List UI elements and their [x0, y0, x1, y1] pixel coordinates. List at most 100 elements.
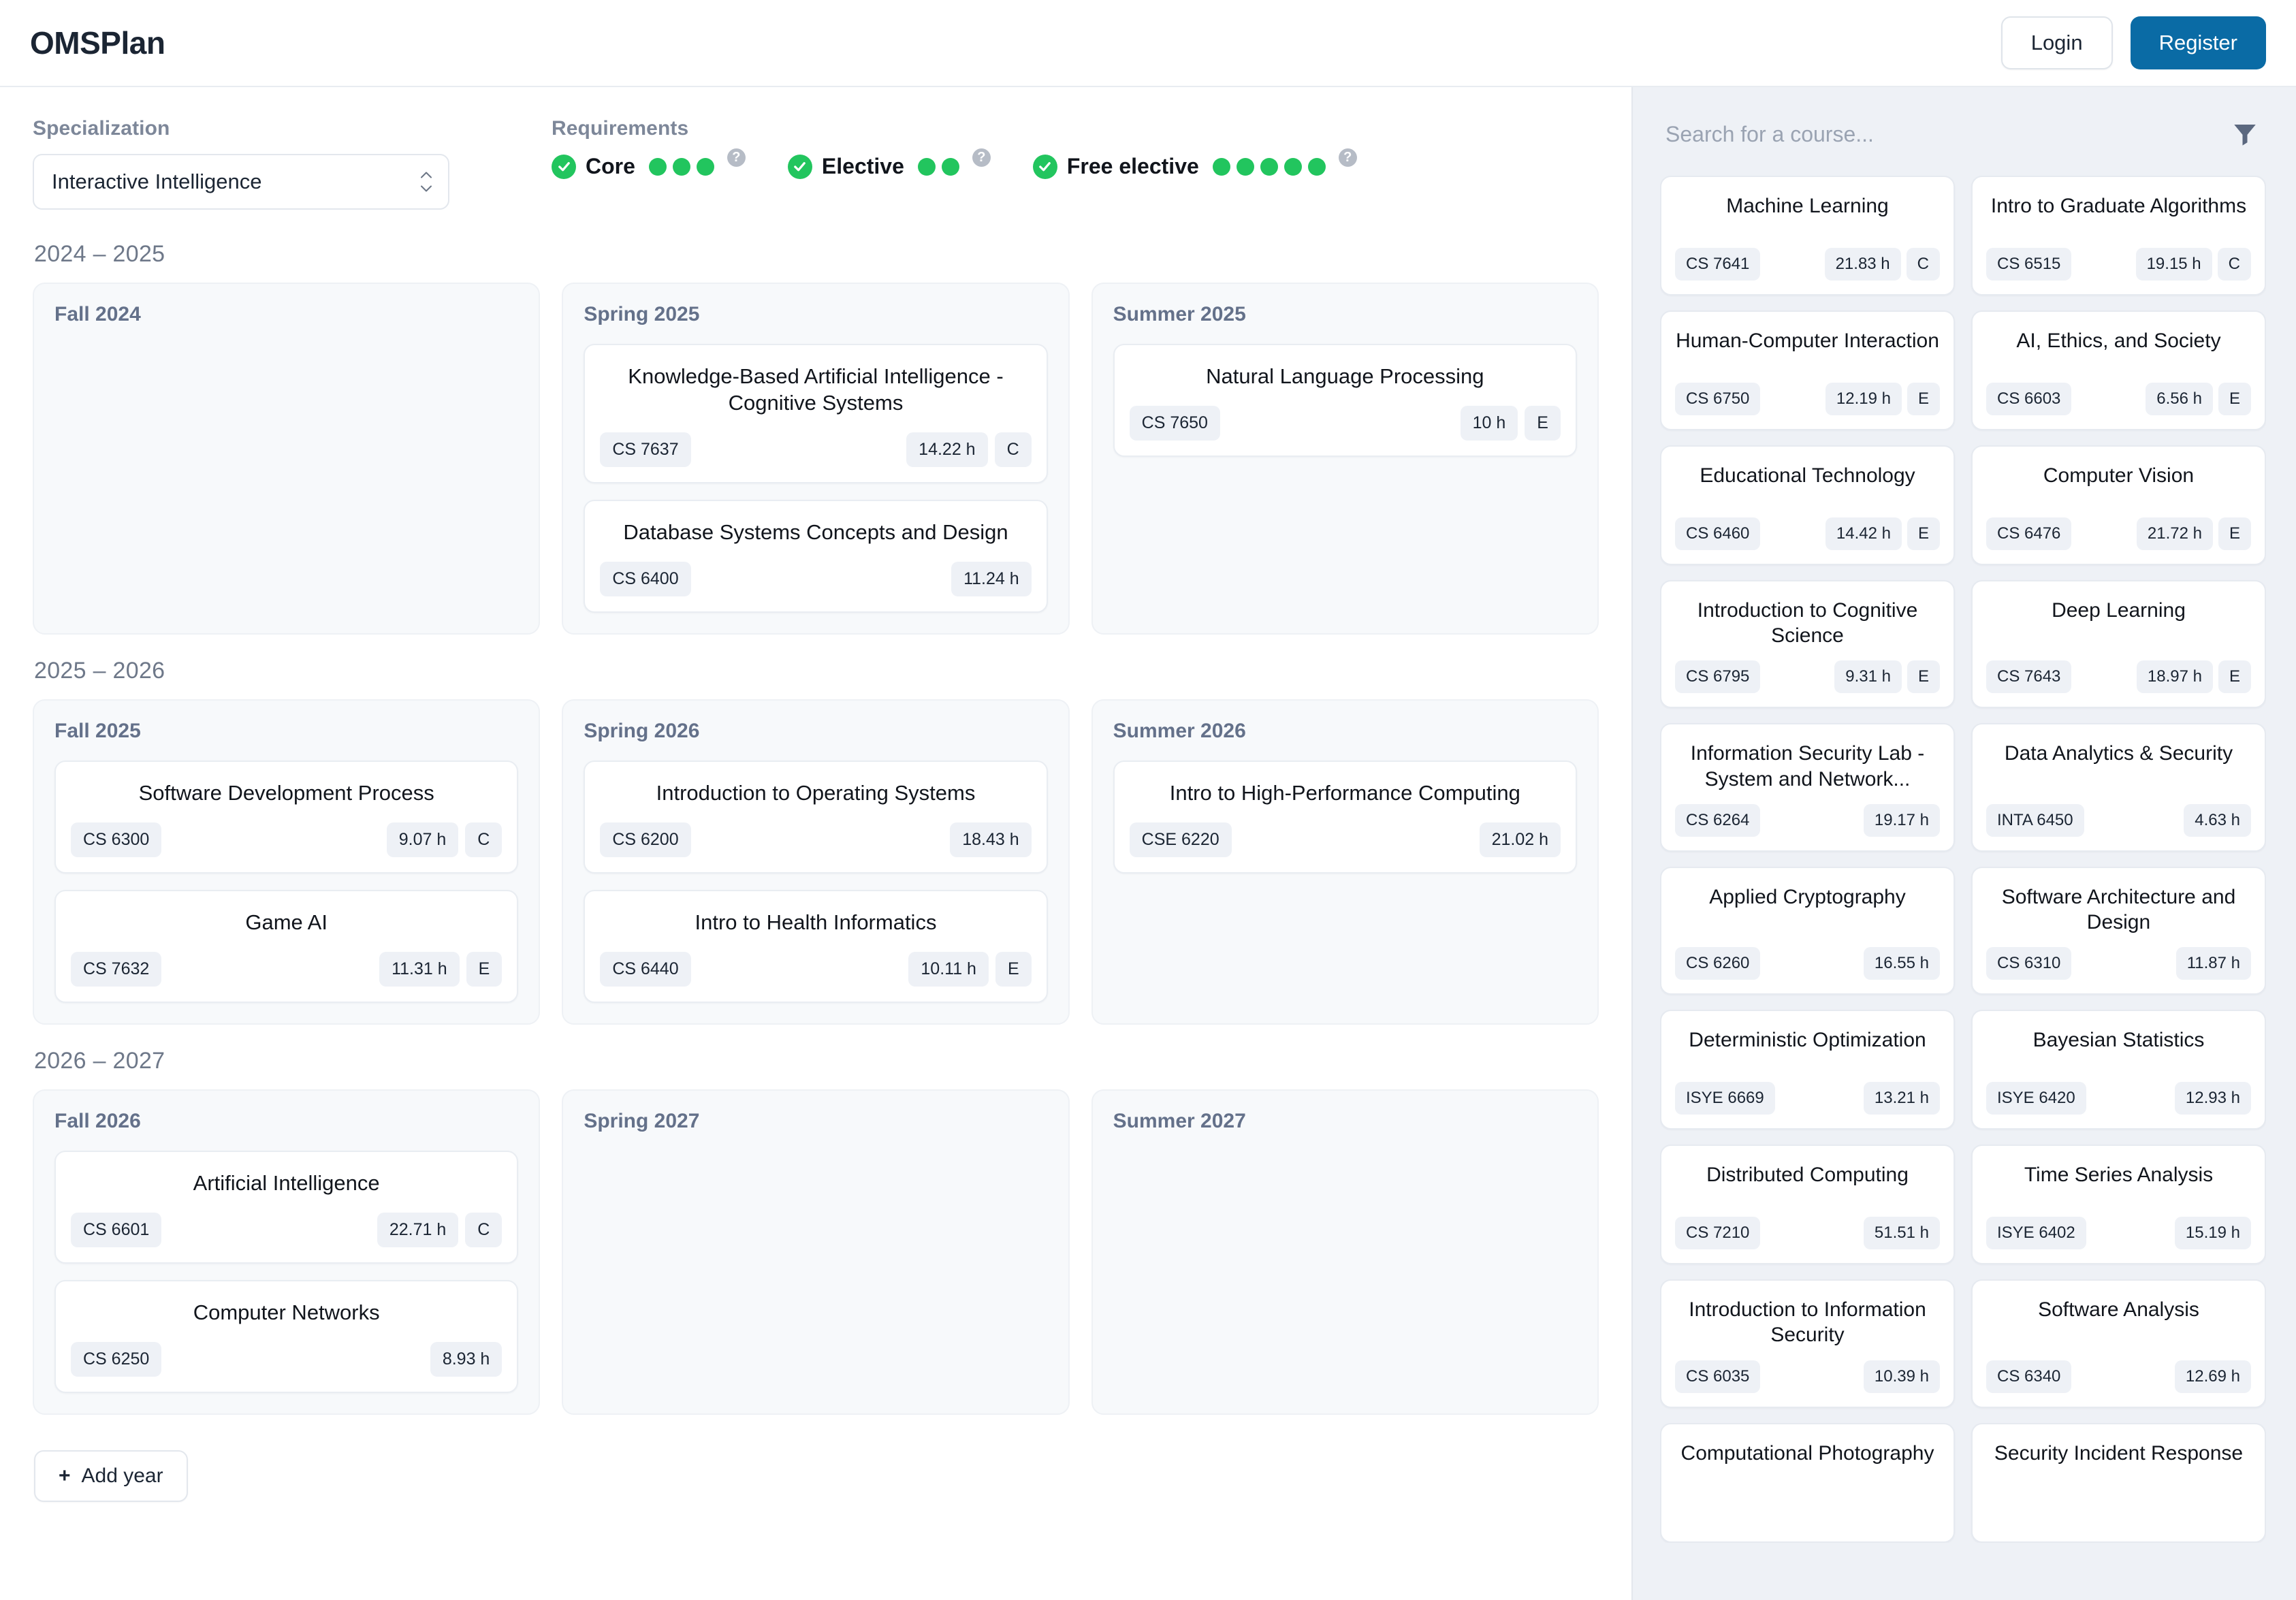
- catalog-course-card[interactable]: Software AnalysisCS 634012.69 h: [1971, 1279, 2266, 1407]
- catalog-course-title: AI, Ethics, and Society: [1986, 328, 2251, 353]
- course-meta: CS 644010.11 hE: [600, 952, 1031, 987]
- semester-panel[interactable]: Summer 2026 Intro to High-Performance Com…: [1091, 699, 1599, 1025]
- course-card[interactable]: Computer NetworksCS 62508.93 h: [54, 1280, 518, 1393]
- specialization-select[interactable]: Interactive Intelligence: [33, 154, 449, 210]
- catalog-course-meta-right: 18.97 hE: [2137, 660, 2251, 693]
- course-meta: CS 763714.22 hC: [600, 432, 1031, 467]
- help-icon[interactable]: ?: [727, 148, 746, 167]
- catalog-course-card[interactable]: Introduction to Cognitive ScienceCS 6795…: [1660, 580, 1955, 708]
- catalog-course-hours-badge: 12.69 h: [2175, 1360, 2251, 1393]
- requirement-dot: [918, 158, 936, 176]
- add-year-button[interactable]: + Add year: [34, 1450, 188, 1502]
- course-card[interactable]: Intro to High-Performance ComputingCSE 6…: [1113, 761, 1577, 874]
- semester-title: Summer 2026: [1113, 720, 1577, 743]
- catalog-course-meta-right: 14.42 hE: [1825, 517, 1940, 550]
- requirement-group: Elective?: [788, 154, 991, 179]
- add-year-label: Add year: [82, 1465, 163, 1488]
- course-card[interactable]: Knowledge-Based Artificial Intelligence …: [584, 344, 1047, 483]
- semester-title: Spring 2025: [584, 303, 1047, 326]
- catalog-course-card[interactable]: Data Analytics & SecurityINTA 64504.63 h: [1971, 723, 2266, 851]
- catalog-course-card[interactable]: Human-Computer Interaction CS 6750 12.19 h…: [1660, 310, 1955, 430]
- semester-title: Fall 2026: [54, 1110, 518, 1133]
- course-code-badge: CS 6440: [600, 952, 690, 987]
- semester-panel[interactable]: Fall 2026 Artificial IntelligenceCS 66012…: [33, 1089, 540, 1415]
- catalog-course-meta: CS 721051.51 h: [1675, 1217, 1940, 1249]
- course-meta: CS 660122.71 hC: [71, 1213, 502, 1247]
- catalog-course-hours-badge: 9.31 h: [1834, 660, 1902, 693]
- course-card[interactable]: Artificial IntelligenceCS 660122.71 hC: [54, 1151, 518, 1264]
- course-card[interactable]: Game AICS 763211.31 hE: [54, 890, 518, 1003]
- catalog-course-meta-right: 11.87 h: [2176, 947, 2251, 980]
- specialization-select-wrap[interactable]: Interactive Intelligence: [33, 154, 449, 210]
- catalog-course-title: Security Incident Response: [1986, 1441, 2251, 1466]
- catalog-course-meta-right: 51.51 h: [1864, 1217, 1940, 1249]
- catalog-course-card[interactable]: Introduction to Information SecurityCS 6…: [1660, 1279, 1955, 1407]
- catalog-course-card[interactable]: Bayesian StatisticsISYE 642012.93 h: [1971, 1010, 2266, 1130]
- catalog-course-hours-badge: 21.72 h: [2137, 517, 2213, 550]
- course-card[interactable]: Intro to Health InformaticsCS 644010.11 …: [584, 890, 1047, 1003]
- catalog-course-code-badge: CS 6750: [1675, 383, 1760, 415]
- course-hours-badge: 14.22 h: [906, 432, 987, 467]
- course-card[interactable]: Introduction to Operating SystemsCS 6200…: [584, 761, 1047, 874]
- semester-panel[interactable]: Spring 2027: [562, 1089, 1069, 1415]
- course-title: Computer Networks: [71, 1299, 502, 1326]
- semester-panel[interactable]: Summer 2027: [1091, 1089, 1599, 1415]
- catalog-course-card[interactable]: Distributed ComputingCS 721051.51 h: [1660, 1145, 1955, 1264]
- help-icon[interactable]: ?: [972, 148, 991, 167]
- course-card[interactable]: Natural Language ProcessingCS 765010 hE: [1113, 344, 1577, 457]
- catalog-course-card[interactable]: Security Incident Response: [1971, 1423, 2266, 1543]
- catalog-course-hours-badge: 11.87 h: [2176, 947, 2251, 980]
- catalog-course-title: Human-Computer Interaction: [1675, 328, 1940, 353]
- course-meta-right: 10 hE: [1461, 406, 1561, 441]
- catalog-course-card[interactable]: Machine LearningCS 764121.83 hC: [1660, 176, 1955, 295]
- course-card[interactable]: Software Development ProcessCS 63009.07 …: [54, 761, 518, 874]
- catalog-course-meta: CS 66036.56 hE: [1986, 383, 2251, 415]
- catalog-course-card[interactable]: Intro to Graduate AlgorithmsCS 651519.15…: [1971, 176, 2266, 295]
- login-button[interactable]: Login: [2001, 16, 2113, 69]
- catalog-course-card[interactable]: AI, Ethics, and Society CS 66036.56 hE: [1971, 310, 2266, 430]
- course-code-badge: CS 6601: [71, 1213, 161, 1247]
- planner-year-block: 2025 – 2026Fall 2025Software Development…: [33, 658, 1599, 1025]
- catalog-course-card[interactable]: Applied CryptographyCS 626016.55 h: [1660, 867, 1955, 995]
- planner-controls: Specialization Interactive Intelligence …: [33, 117, 1599, 210]
- catalog-course-card[interactable]: Educational TechnologyCS 646014.42 hE: [1660, 445, 1955, 565]
- catalog-course-meta: CS 626419.17 h: [1675, 804, 1940, 837]
- plus-icon: +: [59, 1466, 71, 1486]
- semester-row: Fall 2025 Software Development ProcessCS …: [33, 699, 1599, 1025]
- catalog-course-hours-badge: 12.19 h: [1825, 383, 1902, 415]
- register-button[interactable]: Register: [2131, 16, 2266, 69]
- catalog-course-card[interactable]: Computer VisionCS 647621.72 hE: [1971, 445, 2266, 565]
- catalog-course-meta: CS 634012.69 h: [1986, 1360, 2251, 1393]
- catalog-course-card[interactable]: Time Series AnalysisISYE 640215.19 h: [1971, 1145, 2266, 1264]
- catalog-course-hours-badge: 10.39 h: [1864, 1360, 1940, 1393]
- course-tag-badge: E: [466, 952, 503, 987]
- requirement-dots: [918, 158, 959, 176]
- requirement-dot: [1213, 158, 1230, 176]
- semester-course-list: Natural Language ProcessingCS 765010 hE: [1113, 344, 1577, 457]
- help-icon[interactable]: ?: [1339, 148, 1357, 167]
- semester-panel[interactable]: Spring 2025 Knowledge-Based Artificial In…: [562, 283, 1069, 635]
- catalog-course-card[interactable]: Deep LearningCS 764318.97 hE: [1971, 580, 2266, 708]
- course-card[interactable]: Database Systems Concepts and DesignCS 6…: [584, 500, 1047, 613]
- course-meta: CS 63009.07 hC: [71, 822, 502, 857]
- filter-icon[interactable]: [2231, 120, 2259, 148]
- catalog-course-card[interactable]: Information Security Lab - System and Ne…: [1660, 723, 1955, 851]
- catalog-course-code-badge: CS 6260: [1675, 947, 1760, 980]
- catalog-course-card[interactable]: Software Architecture and DesignCS 63101…: [1971, 867, 2266, 995]
- semester-title: Fall 2025: [54, 720, 518, 743]
- catalog-course-hours-badge: 16.55 h: [1864, 947, 1940, 980]
- semester-panel[interactable]: Fall 2025 Software Development ProcessCS …: [33, 699, 540, 1025]
- semester-course-list: Knowledge-Based Artificial Intelligence …: [584, 344, 1047, 613]
- search-input[interactable]: [1665, 122, 2217, 147]
- catalog-course-title: Deterministic Optimization: [1675, 1027, 1940, 1053]
- semester-panel[interactable]: Spring 2026Introduction to Operating Sys…: [562, 699, 1069, 1025]
- requirement-dot: [942, 158, 959, 176]
- course-tag-badge: E: [1525, 406, 1561, 441]
- catalog-course-card[interactable]: Deterministic OptimizationISYE 666913.21…: [1660, 1010, 1955, 1130]
- course-title: Intro to High-Performance Computing: [1130, 780, 1561, 806]
- catalog-course-card[interactable]: Computational Photography: [1660, 1423, 1955, 1543]
- catalog-course-title: Intro to Graduate Algorithms: [1986, 193, 2251, 219]
- semester-panel[interactable]: Fall 2024: [33, 283, 540, 635]
- planner-years: 2024 – 2025Fall 2024Spring 2025Knowledge…: [33, 241, 1599, 1415]
- semester-panel[interactable]: Summer 2025Natural Language ProcessingCS…: [1091, 283, 1599, 635]
